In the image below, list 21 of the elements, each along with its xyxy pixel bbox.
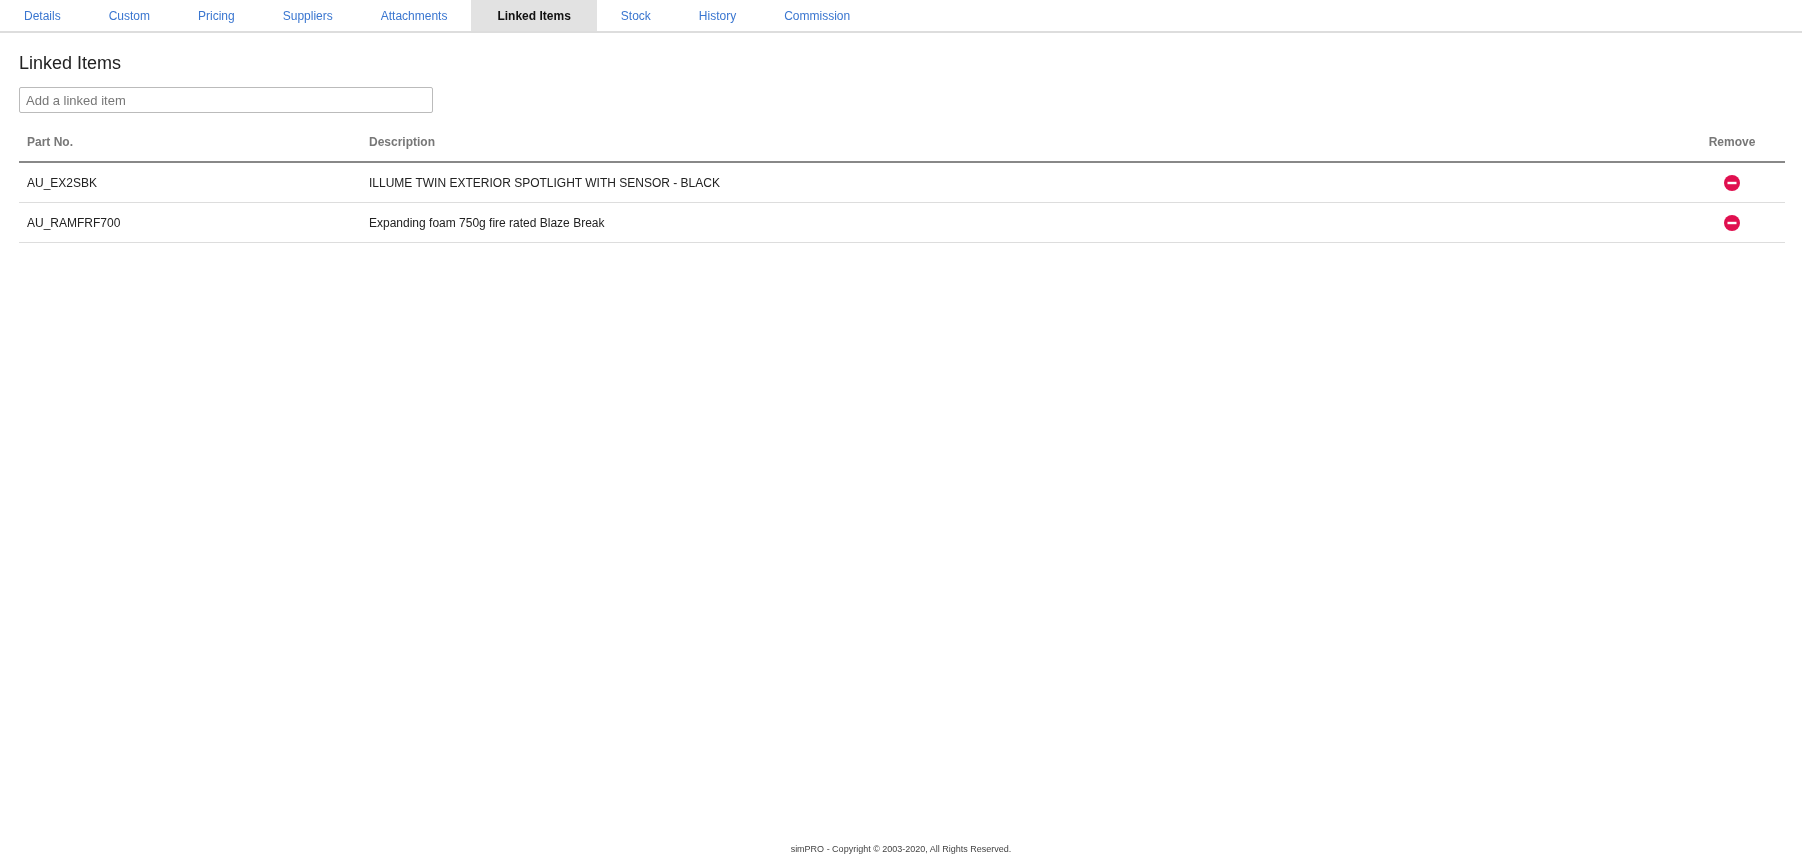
tab[interactable]: Pricing — [174, 0, 259, 31]
tab[interactable]: Attachments — [356, 0, 472, 31]
tab[interactable]: Details — [0, 0, 85, 31]
table-cell: AU_RAMFRF700 — [19, 202, 361, 243]
table-cell: AU_EX2SBK — [19, 162, 361, 203]
table-cell: ILLUME TWIN EXTERIOR SPOTLIGHT WITH SENSOR - BLACK — [361, 162, 1679, 203]
column-header: Description — [361, 125, 1679, 162]
remove-icon[interactable] — [1724, 174, 1740, 191]
table-cell: Expanding foam 750g fire rated Blaze Break — [361, 202, 1679, 243]
column-header: Part No. — [19, 125, 361, 162]
remove-icon[interactable] — [1724, 214, 1740, 231]
tab[interactable]: Custom — [84, 0, 175, 31]
column-header: Remove — [1679, 125, 1785, 162]
tab[interactable]: Stock — [596, 0, 675, 31]
tab[interactable]: Linked Items — [471, 0, 597, 31]
page-heading: Linked Items — [19, 53, 123, 74]
tab[interactable]: Commission — [760, 0, 875, 31]
linked-item-field[interactable]: Add a linked item — [19, 87, 433, 113]
tab[interactable]: History — [674, 0, 761, 31]
copyright-text: simPRO - Copyright © 2003-2020, All Rights Reserved. — [790, 844, 1012, 854]
tab[interactable]: Suppliers — [258, 0, 357, 31]
